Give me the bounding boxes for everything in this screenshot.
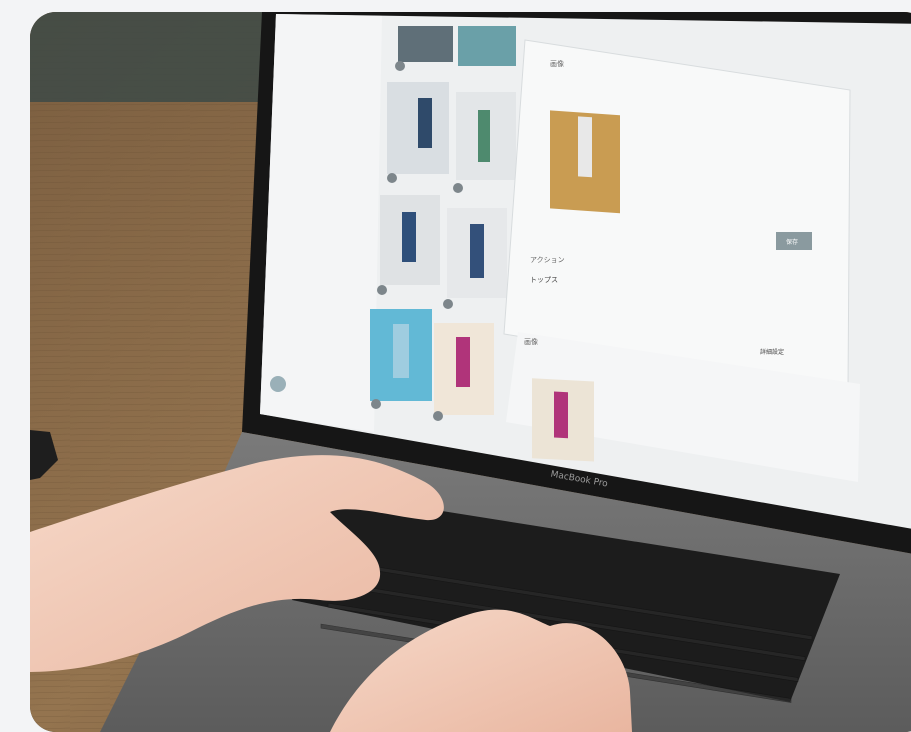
panel-heading-bottom: 画像 [524, 337, 538, 346]
field-value: トップス [530, 276, 558, 284]
detail-panel-top: 画像 アクション トップス 保存 詳細設定 [503, 39, 851, 391]
detail-link[interactable]: 詳細設定 [760, 348, 784, 356]
photo-card: 画像 アクション トップス 保存 詳細設定 画像 MacBook Pro [30, 12, 911, 732]
save-button-label: 保存 [786, 238, 798, 246]
panel-heading-top: 画像 [550, 59, 564, 68]
background-wall [30, 12, 270, 102]
app-logo-icon [270, 376, 286, 392]
field-label: アクション [530, 256, 565, 264]
laptop-photo: 画像 アクション トップス 保存 詳細設定 画像 MacBook Pro [30, 12, 911, 732]
